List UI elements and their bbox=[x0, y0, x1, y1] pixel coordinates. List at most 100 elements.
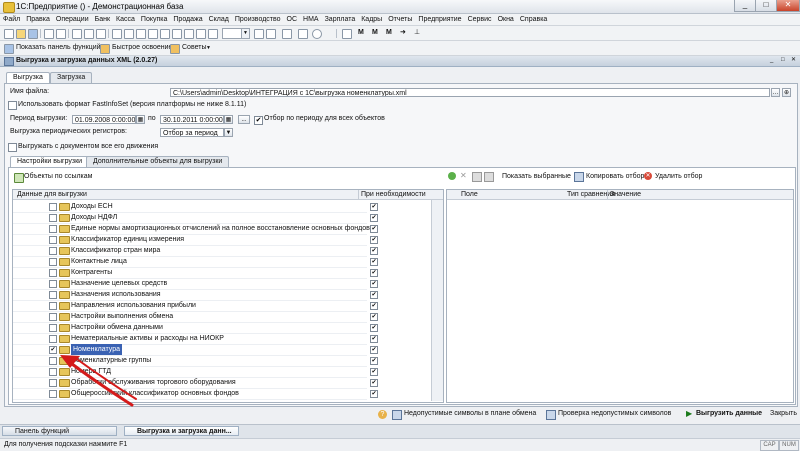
calculator-icon[interactable] bbox=[184, 29, 194, 39]
maximize-button[interactable]: □ bbox=[755, 0, 777, 12]
row-need-checkbox[interactable]: ✔ bbox=[370, 225, 378, 233]
memory-mplus-icon[interactable]: M bbox=[372, 28, 378, 38]
row-export-checkbox[interactable] bbox=[49, 335, 57, 343]
history-icon[interactable] bbox=[282, 29, 292, 39]
row-export-checkbox[interactable] bbox=[49, 269, 57, 277]
menu-service[interactable]: Сервис bbox=[465, 14, 495, 25]
menu-operations[interactable]: Операции bbox=[53, 14, 92, 25]
row-export-checkbox[interactable] bbox=[49, 291, 57, 299]
row-export-checkbox[interactable] bbox=[49, 324, 57, 332]
menu-sales[interactable]: Продажа bbox=[170, 14, 205, 25]
find-icon[interactable] bbox=[136, 29, 146, 39]
browse-button[interactable]: … bbox=[771, 88, 780, 97]
cut-icon[interactable] bbox=[72, 29, 82, 39]
menu-hr[interactable]: Кадры bbox=[358, 14, 385, 25]
info-icon[interactable] bbox=[312, 29, 322, 39]
save-icon[interactable] bbox=[28, 29, 38, 39]
panel-icon[interactable] bbox=[342, 29, 352, 39]
row-export-checkbox[interactable] bbox=[49, 357, 57, 365]
row-need-checkbox[interactable]: ✔ bbox=[370, 368, 378, 376]
row-need-checkbox[interactable]: ✔ bbox=[370, 258, 378, 266]
fastinfoset-checkbox[interactable] bbox=[8, 101, 17, 110]
row-export-checkbox[interactable] bbox=[49, 225, 57, 233]
menu-bank[interactable]: Банк bbox=[92, 14, 113, 25]
menu-purchase[interactable]: Покупка bbox=[138, 14, 170, 25]
search-combo[interactable]: ▼ bbox=[222, 28, 250, 39]
column-field-header[interactable]: Поле bbox=[461, 190, 478, 199]
menu-help[interactable]: Справка bbox=[517, 14, 550, 25]
menu-reports[interactable]: Отчеты bbox=[385, 14, 415, 25]
paste-icon[interactable] bbox=[96, 29, 106, 39]
memory-mminus-icon[interactable]: M bbox=[386, 28, 392, 38]
undo-icon[interactable] bbox=[112, 29, 122, 39]
calendar-from-icon[interactable]: ▦ bbox=[136, 115, 145, 124]
row-need-checkbox[interactable]: ✔ bbox=[370, 247, 378, 255]
chart-icon[interactable] bbox=[196, 29, 206, 39]
row-need-checkbox[interactable]: ✔ bbox=[370, 269, 378, 277]
column-data-header[interactable]: Данные для выгрузки bbox=[17, 190, 87, 199]
row-export-checkbox[interactable]: ✔ bbox=[49, 346, 57, 354]
copy-icon[interactable] bbox=[84, 29, 94, 39]
replace-icon[interactable] bbox=[148, 29, 158, 39]
minimize-button[interactable]: _ bbox=[734, 0, 756, 12]
row-need-checkbox[interactable]: ✔ bbox=[370, 335, 378, 343]
row-export-checkbox[interactable] bbox=[49, 214, 57, 222]
form-maximize-button[interactable]: □ bbox=[781, 57, 789, 64]
row-need-checkbox[interactable]: ✔ bbox=[370, 313, 378, 321]
export-data-button[interactable]: Выгрузить данные bbox=[696, 409, 762, 419]
task-export-form[interactable]: Выгрузка и загрузка данн... bbox=[124, 426, 239, 436]
close-window-button[interactable]: ✕ bbox=[776, 0, 800, 12]
row-need-checkbox[interactable]: ✔ bbox=[370, 346, 378, 354]
calendar-to-icon[interactable]: ▦ bbox=[224, 115, 233, 124]
menu-enterprise[interactable]: Предприятие bbox=[415, 14, 464, 25]
arrow-right-icon[interactable]: ➜ bbox=[400, 28, 406, 38]
menu-windows[interactable]: Окна bbox=[495, 14, 517, 25]
table-row[interactable]: Общероссийский классификатор основных фо… bbox=[13, 388, 378, 400]
find-prev-icon[interactable] bbox=[266, 29, 276, 39]
row-need-checkbox[interactable]: ✔ bbox=[370, 379, 378, 387]
find-next-icon[interactable] bbox=[254, 29, 264, 39]
row-export-checkbox[interactable] bbox=[49, 390, 57, 398]
table-icon[interactable] bbox=[208, 29, 218, 39]
with-movements-checkbox[interactable] bbox=[8, 143, 17, 152]
row-export-checkbox[interactable] bbox=[49, 247, 57, 255]
tab-import[interactable]: Загрузка bbox=[50, 72, 93, 83]
add-filter-icon[interactable] bbox=[448, 172, 456, 180]
down-icon[interactable] bbox=[484, 172, 494, 182]
tips-button[interactable]: Советы bbox=[182, 43, 207, 53]
row-export-checkbox[interactable] bbox=[49, 379, 57, 387]
row-need-checkbox[interactable]: ✔ bbox=[370, 203, 378, 211]
tab-export[interactable]: Выгрузка bbox=[6, 72, 50, 83]
registers-select[interactable]: Отбор за период bbox=[160, 128, 224, 137]
row-export-checkbox[interactable] bbox=[49, 236, 57, 244]
calendar-icon[interactable] bbox=[172, 29, 182, 39]
row-need-checkbox[interactable]: ✔ bbox=[370, 324, 378, 332]
chevron-down-icon[interactable]: ▼ bbox=[224, 128, 233, 137]
row-export-checkbox[interactable] bbox=[49, 258, 57, 266]
row-export-checkbox[interactable] bbox=[49, 368, 57, 376]
close-form-button[interactable]: Закрыть bbox=[770, 409, 797, 419]
column-value-header[interactable]: Значение bbox=[607, 190, 641, 199]
print-icon[interactable] bbox=[44, 29, 54, 39]
row-export-checkbox[interactable] bbox=[49, 280, 57, 288]
show-functions-panel-button[interactable]: Показать панель функций bbox=[16, 43, 101, 53]
copy-filter-button[interactable]: Копировать отбор bbox=[586, 172, 644, 182]
chevron-down-icon[interactable]: ▼ bbox=[206, 43, 211, 53]
menu-nma[interactable]: НМА bbox=[300, 14, 322, 25]
delete-filter-button[interactable]: Удалить отбор bbox=[655, 172, 702, 182]
period-select-button[interactable]: ... bbox=[238, 115, 250, 124]
new-document-icon[interactable] bbox=[4, 29, 14, 39]
menu-file[interactable]: Файл bbox=[0, 14, 23, 25]
row-need-checkbox[interactable]: ✔ bbox=[370, 302, 378, 310]
up-icon[interactable] bbox=[472, 172, 482, 182]
row-need-checkbox[interactable]: ✔ bbox=[370, 390, 378, 398]
menu-warehouse[interactable]: Склад bbox=[206, 14, 232, 25]
period-to-field[interactable]: 30.10.2011 0:00:00 bbox=[160, 115, 224, 124]
row-export-checkbox[interactable] bbox=[49, 313, 57, 321]
menu-cash[interactable]: Касса bbox=[113, 14, 138, 25]
bookmark-icon[interactable] bbox=[160, 29, 170, 39]
left-grid-scrollbar[interactable] bbox=[431, 200, 443, 401]
help-icon[interactable]: ? bbox=[378, 410, 387, 419]
file-name-field[interactable]: C:\Users\admin\Desktop\ИНТЕГРАЦИЯ с 1С\в… bbox=[170, 88, 770, 97]
row-need-checkbox[interactable]: ✔ bbox=[370, 214, 378, 222]
